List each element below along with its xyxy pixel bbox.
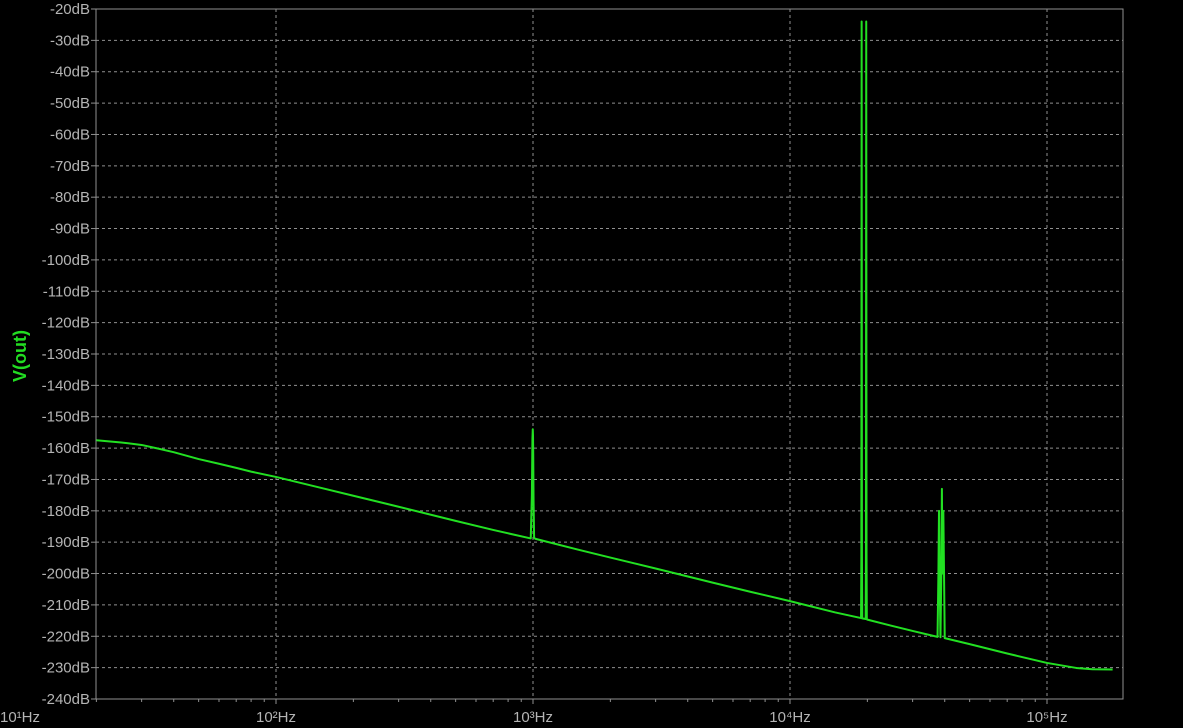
y-tick-label: -240dB: [42, 691, 90, 708]
y-tick-label: -90dB: [50, 221, 90, 238]
x-tick-label: 10³Hz: [513, 709, 553, 726]
y-tick-label: -80dB: [50, 189, 90, 206]
plot-background: [0, 0, 1183, 728]
y-tick-label: -230dB: [42, 660, 90, 677]
y-tick-label: -40dB: [50, 64, 90, 81]
y-tick-label: -140dB: [42, 377, 90, 394]
spectrum-plot: -20dB -30dB -40dB -50dB -60dB -70dB -80dB -90dB…: [0, 0, 1183, 728]
y-axis-ticks: -20dB -30dB -40dB -50dB -60dB -70dB -80dB -90dB…: [42, 1, 96, 708]
y-tick-label: -210dB: [42, 597, 90, 614]
y-tick-label: -190dB: [42, 534, 90, 551]
y-tick-label: -180dB: [42, 503, 90, 520]
x-tick-label: 10⁴Hz: [769, 709, 810, 726]
y-tick-label: -30dB: [50, 32, 90, 49]
y-tick-label: -20dB: [50, 1, 90, 18]
y-tick-label: -150dB: [42, 409, 90, 426]
y-tick-label: -110dB: [43, 283, 90, 300]
y-tick-label: -70dB: [50, 158, 90, 175]
y-tick-label: -160dB: [42, 440, 90, 457]
y-tick-label: -50dB: [50, 95, 90, 112]
y-tick-label: -220dB: [42, 628, 90, 645]
y-axis-label[interactable]: V(out): [10, 330, 30, 382]
y-tick-label: -200dB: [42, 566, 90, 583]
x-tick-label: 10²Hz: [256, 709, 296, 726]
y-tick-label: -60dB: [50, 126, 90, 143]
y-tick-label: -130dB: [42, 346, 90, 363]
y-tick-label: -120dB: [42, 315, 90, 332]
x-tick-label: 10⁵Hz: [1026, 709, 1067, 726]
y-tick-label: -170dB: [42, 471, 90, 488]
x-tick-label: 10¹Hz: [0, 709, 40, 726]
y-tick-label: -100dB: [42, 252, 90, 269]
